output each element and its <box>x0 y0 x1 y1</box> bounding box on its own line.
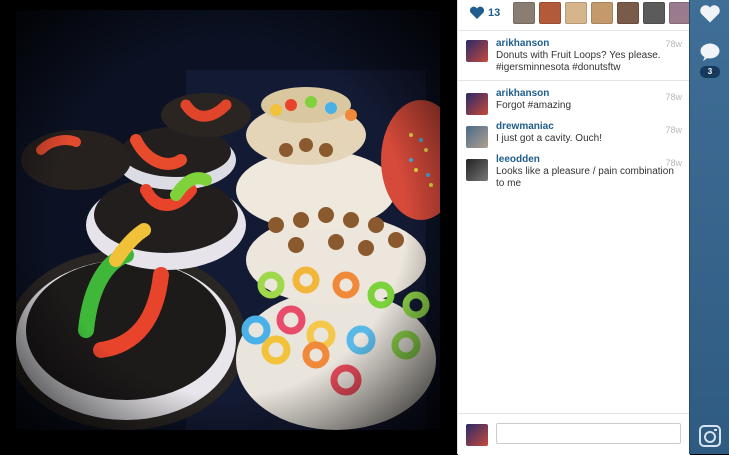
instagram-button[interactable] <box>698 424 722 448</box>
photo-area <box>0 0 457 454</box>
like-button[interactable] <box>698 2 722 26</box>
caption-comment: arikhanson Donuts with Fruit Loops? Yes … <box>458 30 690 81</box>
comment-text: Donuts with Fruit Loops? Yes please. #ig… <box>496 50 661 73</box>
comments-list: arikhanson Donuts with Fruit Loops? Yes … <box>458 30 690 413</box>
speech-bubble-icon <box>700 43 720 61</box>
post-photo[interactable] <box>16 10 440 430</box>
liker-avatar[interactable] <box>565 2 587 24</box>
comment-username[interactable]: drewmaniac <box>496 121 682 133</box>
comment-item: arikhanson Forgot #amazing 78w <box>458 83 690 116</box>
liker-avatar[interactable] <box>643 2 665 24</box>
avatar[interactable] <box>466 159 488 181</box>
liker-avatar[interactable] <box>539 2 561 24</box>
avatar[interactable] <box>466 40 488 62</box>
comment-username[interactable]: arikhanson <box>496 38 682 50</box>
comment-time: 78w <box>665 92 682 102</box>
comments-panel: 13 arikhanson Donuts with Fruit Loops? Y… <box>457 0 690 455</box>
comment-input-bar <box>458 413 690 455</box>
heart-icon[interactable] <box>469 6 485 25</box>
comment-button[interactable] <box>698 40 722 64</box>
avatar[interactable] <box>466 126 488 148</box>
comment-input[interactable] <box>496 423 681 444</box>
comment-text: Looks like a pleasure / pain combination… <box>496 166 674 189</box>
comment-username[interactable]: leeodden <box>496 154 682 166</box>
likes-count[interactable]: 13 <box>488 7 500 19</box>
comment-text: Forgot #amazing <box>496 100 572 111</box>
comment-time: 78w <box>665 158 682 168</box>
comment-item: leeodden Looks like a pleasure / pain co… <box>458 149 690 192</box>
liker-avatars <box>513 2 690 24</box>
comment-time: 78w <box>665 125 682 135</box>
heart-icon <box>700 5 720 23</box>
donuts-photo-illustration <box>16 10 440 430</box>
liker-avatar[interactable] <box>591 2 613 24</box>
comment-username[interactable]: arikhanson <box>496 88 682 100</box>
comment-time: 78w <box>665 39 682 49</box>
avatar <box>466 424 488 446</box>
comment-item: drewmaniac I just got a cavity. Ouch! 78… <box>458 116 690 149</box>
liker-avatar[interactable] <box>513 2 535 24</box>
action-rail: 3 <box>689 0 729 454</box>
comment-text: I just got a cavity. Ouch! <box>496 133 602 144</box>
liker-avatar[interactable] <box>617 2 639 24</box>
liker-avatar[interactable] <box>669 2 690 24</box>
avatar[interactable] <box>466 93 488 115</box>
comment-count-badge: 3 <box>700 66 720 78</box>
camera-icon <box>699 425 721 447</box>
likes-bar: 13 <box>458 0 690 31</box>
